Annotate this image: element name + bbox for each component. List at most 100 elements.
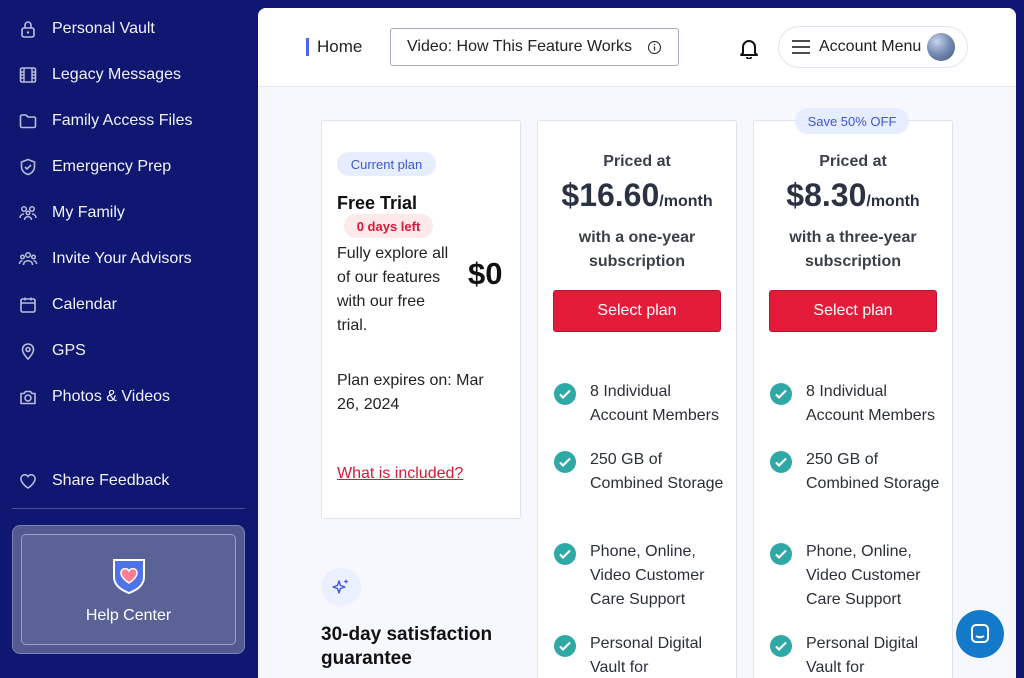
shield-heart-icon xyxy=(112,558,145,594)
chat-button[interactable] xyxy=(956,610,1004,658)
what-is-included-link[interactable]: What is included? xyxy=(337,465,463,483)
feature-item: Personal Digital Vault for xyxy=(553,632,724,678)
family-icon xyxy=(19,205,37,221)
free-trial-price: $0 xyxy=(468,256,503,291)
sidebar-item-label: My Family xyxy=(52,204,125,221)
home-breadcrumb[interactable]: Home xyxy=(306,37,362,57)
sidebar-item-label: Family Access Files xyxy=(52,112,193,129)
sidebar-item-family-access-files[interactable]: Family Access Files xyxy=(18,106,192,136)
sidebar-item-gps[interactable]: GPS xyxy=(18,336,86,366)
save-badge: Save 50% OFF xyxy=(795,108,909,134)
share-feedback-link[interactable]: Share Feedback xyxy=(18,466,169,496)
sparkle-icon xyxy=(332,579,349,594)
free-trial-card: Current plan Free Trial 0 days left Full… xyxy=(321,120,521,519)
feature-text: 8 Individual Account Members xyxy=(806,383,935,424)
check-circle-icon xyxy=(770,543,792,565)
main-content: Home Video: How This Feature Works Accou… xyxy=(258,8,1016,678)
sidebar-item-emergency-prep[interactable]: Emergency Prep xyxy=(18,152,171,182)
avatar xyxy=(927,33,955,61)
shield-check-icon xyxy=(20,158,36,176)
folder-icon xyxy=(19,114,37,129)
price-period: /month xyxy=(866,193,920,210)
feature-item: 250 GB of Combined Storage xyxy=(769,448,940,496)
three-year-plan-card: Priced at $8.30/month with a three-year … xyxy=(753,120,953,678)
check-circle-icon xyxy=(770,383,792,405)
sidebar-item-legacy-messages[interactable]: Legacy Messages xyxy=(18,60,181,90)
check-circle-icon xyxy=(770,635,792,657)
plan-price: $8.30/month xyxy=(754,177,952,214)
sidebar-item-photos-videos[interactable]: Photos & Videos xyxy=(18,382,170,412)
feature-item: Phone, Online, Video Customer Care Suppo… xyxy=(553,540,724,612)
sidebar: Personal Vault Legacy Messages Family Ac… xyxy=(0,0,258,678)
hamburger-icon xyxy=(792,40,810,54)
feature-text: Phone, Online, Video Customer Care Suppo… xyxy=(806,543,921,608)
sidebar-item-label: Legacy Messages xyxy=(52,66,181,83)
feature-item: 250 GB of Combined Storage xyxy=(553,448,724,496)
account-menu-button[interactable]: Account Menu xyxy=(778,26,968,68)
feature-video-button[interactable]: Video: How This Feature Works xyxy=(390,28,679,66)
help-center-panel: Help Center xyxy=(12,525,245,654)
feature-text: 250 GB of Combined Storage xyxy=(590,451,724,492)
days-left-badge: 0 days left xyxy=(344,214,433,238)
feature-text: 250 GB of Combined Storage xyxy=(806,451,940,492)
info-icon xyxy=(647,40,662,54)
sidebar-item-personal-vault[interactable]: Personal Vault xyxy=(18,14,155,44)
lock-icon xyxy=(21,21,35,38)
price-amount: $8.30 xyxy=(786,177,867,213)
sidebar-divider xyxy=(12,508,245,509)
feature-text: 8 Individual Account Members xyxy=(590,383,719,424)
help-center-button[interactable]: Help Center xyxy=(21,534,236,645)
sidebar-item-label: Personal Vault xyxy=(52,20,155,37)
film-icon xyxy=(19,67,37,83)
notification-bell-icon[interactable] xyxy=(739,37,759,59)
sidebar-item-label: Photos & Videos xyxy=(52,388,171,405)
sidebar-item-invite-your-advisors[interactable]: Invite Your Advisors xyxy=(18,244,192,274)
check-circle-icon xyxy=(554,451,576,473)
calendar-icon xyxy=(20,297,36,313)
check-circle-icon xyxy=(554,383,576,405)
home-label: Home xyxy=(317,37,363,56)
account-menu-label: Account Menu xyxy=(819,38,922,55)
select-plan-button[interactable]: Select plan xyxy=(769,290,937,332)
sidebar-item-label: Calendar xyxy=(52,296,117,313)
plan-term: with a one-year subscription xyxy=(578,229,696,270)
sidebar-item-my-family[interactable]: My Family xyxy=(18,198,125,228)
group-icon xyxy=(18,251,38,266)
feature-item: Phone, Online, Video Customer Care Suppo… xyxy=(769,540,940,612)
plan-price: $16.60/month xyxy=(538,177,736,214)
sidebar-item-label: Emergency Prep xyxy=(52,158,172,175)
sidebar-item-label: GPS xyxy=(52,342,86,359)
top-bar: Home Video: How This Feature Works Accou… xyxy=(258,8,1016,87)
plan-term: with a three-year subscription xyxy=(789,229,917,270)
feature-text: Personal Digital Vault for xyxy=(590,635,703,676)
feature-item: 8 Individual Account Members xyxy=(769,380,940,428)
price-period: /month xyxy=(659,193,713,210)
current-plan-badge: Current plan xyxy=(337,152,436,176)
sidebar-item-calendar[interactable]: Calendar xyxy=(18,290,117,320)
feature-item: Personal Digital Vault for xyxy=(769,632,940,678)
feature-video-label: Video: How This Feature Works xyxy=(407,38,632,55)
chat-icon xyxy=(971,624,989,643)
price-amount: $16.60 xyxy=(561,177,660,213)
free-trial-title: Free Trial xyxy=(337,193,418,213)
help-center-label: Help Center xyxy=(85,606,172,624)
camera-icon xyxy=(20,390,36,405)
guarantee-icon-wrap xyxy=(321,568,361,606)
satisfaction-guarantee-title: 30-day satisfaction guarantee xyxy=(321,624,493,669)
priced-at-label: Priced at xyxy=(603,153,671,170)
plan-expiry: Plan expires on: Mar 26, 2024 xyxy=(337,372,484,413)
sidebar-item-label: Invite Your Advisors xyxy=(52,250,192,267)
location-pin-icon xyxy=(21,343,35,361)
one-year-plan-card: Priced at $16.60/month with a one-year s… xyxy=(537,120,737,678)
check-circle-icon xyxy=(770,451,792,473)
check-circle-icon xyxy=(554,635,576,657)
check-circle-icon xyxy=(554,543,576,565)
home-indicator xyxy=(306,38,309,56)
feature-item: 8 Individual Account Members xyxy=(553,380,724,428)
feature-text: Phone, Online, Video Customer Care Suppo… xyxy=(590,543,705,608)
select-plan-button[interactable]: Select plan xyxy=(553,290,721,332)
feature-text: Personal Digital Vault for xyxy=(806,635,919,676)
heart-icon xyxy=(20,473,36,489)
share-feedback-label: Share Feedback xyxy=(52,472,170,489)
free-trial-description: Fully explore all of our features with o… xyxy=(337,245,449,334)
